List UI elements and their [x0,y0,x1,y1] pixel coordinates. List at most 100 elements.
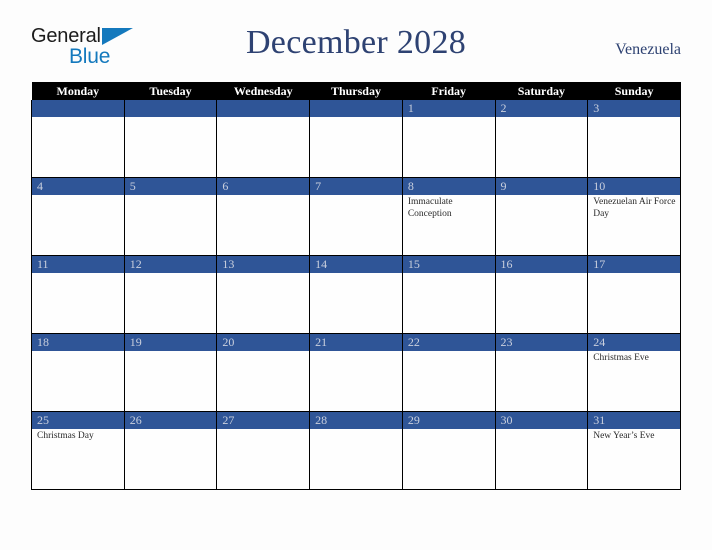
day-number: 3 [588,100,680,117]
calendar-week-row: 4 5 6 7 8 Immaculate Conception 9 10 Venezuelan … [31,177,681,256]
calendar-day-cell[interactable]: 30 [494,411,589,490]
day-number: 20 [217,334,310,351]
calendar-day-cell[interactable]: 21 [309,333,403,412]
day-number: 1 [402,100,495,117]
day-number: 22 [402,334,495,351]
day-cell-inner: 14 [310,256,402,333]
calendar-empty-cell[interactable] [123,100,218,178]
day-cell-inner: 26 [124,412,217,489]
calendar-day-cell[interactable]: 24 Christmas Eve [587,333,681,412]
day-number: 9 [495,178,588,195]
day-cell-inner: 22 [402,334,495,411]
day-cell-inner: 5 [124,178,217,255]
day-number: 17 [588,256,680,273]
day-number [217,100,310,117]
day-number [32,100,124,117]
weekday-header-friday: Friday [402,82,496,100]
day-number: 7 [310,178,402,195]
day-cell-inner: 8 Immaculate Conception [402,178,495,255]
day-number: 11 [32,256,124,273]
day-cell-inner: 15 [402,256,495,333]
calendar-page: General Blue December 2028 Venezuela Mon… [0,0,712,550]
calendar-day-cell[interactable]: 7 [309,177,403,256]
day-number: 21 [310,334,402,351]
calendar-day-cell[interactable]: 12 [123,255,218,334]
holiday-label: Christmas Day [37,431,94,441]
calendar-day-cell[interactable]: 10 Venezuelan Air Force Day [587,177,681,256]
calendar-day-cell[interactable]: 9 [494,177,589,256]
day-number: 14 [310,256,402,273]
calendar-day-cell[interactable]: 25 Christmas Day [31,411,125,490]
day-cell-inner: 13 [217,256,310,333]
calendar-day-cell[interactable]: 13 [216,255,311,334]
calendar-day-cell[interactable]: 11 [31,255,125,334]
country-label: Venezuela [615,41,681,58]
calendar-day-cell[interactable]: 4 [31,177,125,256]
calendar-day-cell[interactable]: 28 [309,411,403,490]
day-number: 27 [217,412,310,429]
calendar-day-cell[interactable]: 26 [123,411,218,490]
calendar-day-cell[interactable]: 29 [401,411,496,490]
calendar-empty-cell[interactable] [31,100,125,178]
day-events: New Year’s Eve [588,429,680,443]
day-cell-inner [124,100,217,177]
calendar-day-cell[interactable]: 5 [123,177,218,256]
day-number [310,100,402,117]
day-cell-inner: 16 [495,256,588,333]
calendar-empty-cell[interactable] [309,100,403,178]
day-cell-inner: 21 [310,334,402,411]
weekday-header-saturday: Saturday [495,82,588,100]
weekday-header-row: Monday Tuesday Wednesday Thursday Friday Satu… [31,82,681,100]
day-cell-inner: 6 [217,178,310,255]
calendar-day-cell[interactable]: 20 [216,333,311,412]
weekday-header-wednesday: Wednesday [216,82,310,100]
day-number: 19 [124,334,217,351]
weekday-header-thursday: Thursday [309,82,403,100]
page-header: General Blue December 2028 Venezuela [31,24,681,76]
day-number: 4 [32,178,124,195]
day-cell-inner: 23 [495,334,588,411]
calendar-day-cell[interactable]: 14 [309,255,403,334]
day-number: 29 [402,412,495,429]
day-cell-inner: 19 [124,334,217,411]
day-number: 12 [124,256,217,273]
calendar-day-cell[interactable]: 17 [587,255,681,334]
day-cell-inner: 12 [124,256,217,333]
day-number: 13 [217,256,310,273]
day-cell-inner: 4 [32,178,124,255]
calendar-day-cell[interactable]: 22 [401,333,496,412]
weekday-header-tuesday: Tuesday [124,82,217,100]
day-cell-inner: 11 [32,256,124,333]
day-number: 23 [495,334,588,351]
calendar-day-cell[interactable]: 2 [494,100,589,178]
day-cell-inner: 10 Venezuelan Air Force Day [588,178,680,255]
day-cell-inner: 27 [217,412,310,489]
calendar-day-cell[interactable]: 16 [494,255,589,334]
calendar-day-cell[interactable]: 23 [494,333,589,412]
calendar-day-cell[interactable]: 3 [587,100,681,178]
day-cell-inner: 18 [32,334,124,411]
calendar-day-cell[interactable]: 27 [216,411,311,490]
day-number: 24 [588,334,680,351]
calendar-week-row: 18 19 20 21 22 23 24 Christmas Eve [31,333,681,412]
calendar-day-cell[interactable]: 31 New Year’s Eve [587,411,681,490]
day-number: 10 [588,178,680,195]
calendar-empty-cell[interactable] [216,100,311,178]
day-number: 31 [588,412,680,429]
calendar-day-cell[interactable]: 6 [216,177,311,256]
day-cell-inner: 28 [310,412,402,489]
calendar-day-cell[interactable]: 1 [401,100,496,178]
weekday-header-monday: Monday [31,82,125,100]
calendar-day-cell[interactable]: 19 [123,333,218,412]
day-number: 25 [32,412,124,429]
calendar-day-cell[interactable]: 15 [401,255,496,334]
day-cell-inner: 20 [217,334,310,411]
calendar-day-cell[interactable]: 8 Immaculate Conception [401,177,496,256]
day-cell-inner: 17 [588,256,680,333]
day-cell-inner: 1 [402,100,495,177]
day-cell-inner [32,100,124,177]
day-number: 8 [402,178,495,195]
calendar-day-cell[interactable]: 18 [31,333,125,412]
page-title: December 2028 [245,24,467,61]
day-cell-inner: 3 [588,100,680,177]
